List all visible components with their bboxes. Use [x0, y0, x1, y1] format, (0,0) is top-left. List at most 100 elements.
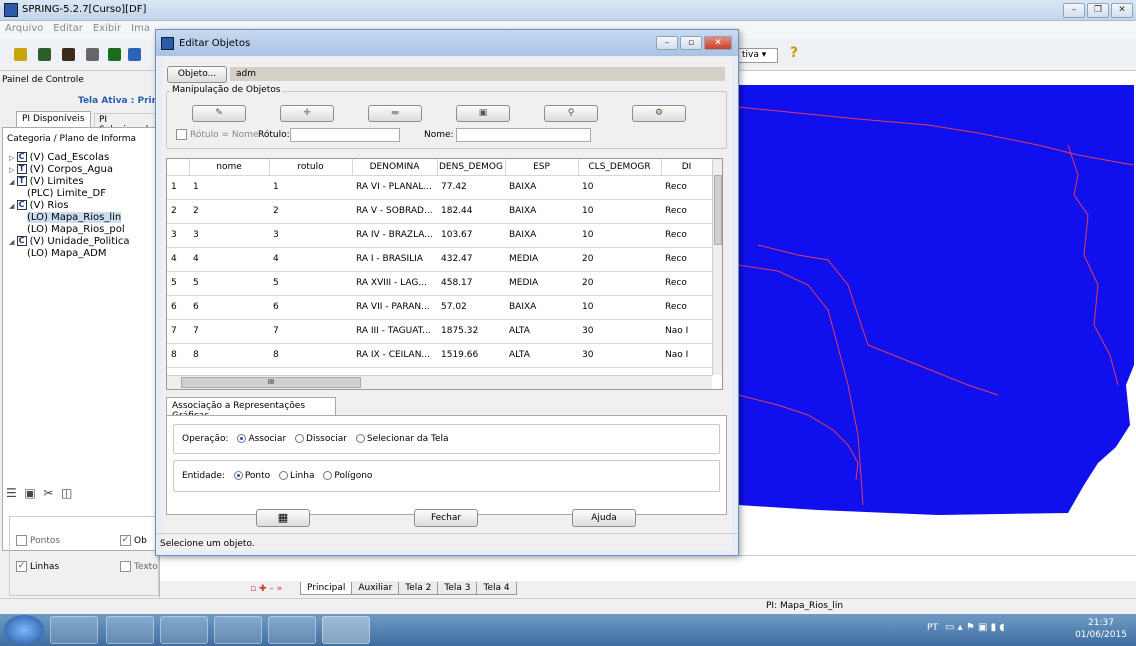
table-cell[interactable]: RA VI - PLANAL... — [352, 175, 437, 200]
table-cell[interactable]: 5 — [167, 271, 189, 296]
tree-item[interactable]: ◢ C (V) Rios — [9, 200, 157, 211]
table-cell[interactable]: 30 — [578, 319, 661, 344]
dialog-minimize-button[interactable]: – — [656, 36, 678, 50]
radio-ponto[interactable] — [233, 471, 243, 480]
table-cell[interactable]: 3 — [269, 223, 352, 248]
table-cell[interactable]: MEDIA — [505, 271, 578, 296]
menu-editar[interactable]: Editar — [48, 21, 88, 36]
table-row[interactable]: 3 3 3 RA IV - BRAZLA... 103.67 BAIXA 10 Reco — [167, 223, 712, 248]
tree-item[interactable]: ▷ C (V) Cad_Escolas — [9, 152, 157, 163]
table-row[interactable]: 6 6 6 RA VII - PARAN... 57.02 BAIXA 10 Reco — [167, 295, 712, 320]
check-pontos[interactable]: Pontos — [16, 535, 60, 546]
table-row[interactable]: 8 8 8 RA IX - CEILAN... 1519.66 ALTA 30 Nao I — [167, 343, 712, 368]
table-cell[interactable]: 6 — [269, 295, 352, 320]
table-vscroll[interactable] — [712, 159, 722, 375]
table-cell[interactable]: 10 — [578, 295, 661, 320]
nome-input[interactable] — [456, 128, 591, 142]
screen-dropdown[interactable]: tiva ▾ — [738, 48, 778, 63]
table-cell[interactable]: 4 — [269, 247, 352, 272]
table-cell[interactable]: BAIXA — [505, 199, 578, 224]
tab-association[interactable]: Associação a Representações Gráficas — [166, 397, 336, 421]
table-cell[interactable]: 1 — [189, 175, 269, 200]
check-ob[interactable]: ✓ Ob — [120, 535, 147, 546]
table-cell[interactable]: 432.47 — [437, 247, 505, 272]
table-cell[interactable]: Reco — [661, 247, 712, 272]
table-cell[interactable]: 5 — [269, 271, 352, 296]
tray-icons[interactable]: ▭ ▴ ⚑ ▣ ▮ ◖ — [945, 622, 1005, 633]
minimize-button[interactable]: – — [1063, 3, 1085, 18]
table-cell[interactable]: 1 — [269, 175, 352, 200]
column-header[interactable]: DI — [661, 159, 713, 176]
table-cell[interactable]: BAIXA — [505, 175, 578, 200]
table-cell[interactable]: 1 — [167, 175, 189, 200]
object-button[interactable]: Objeto... — [167, 66, 227, 83]
menu-arquivo[interactable]: Arquivo — [0, 21, 48, 36]
expand-arrow-icon[interactable]: ◢ — [9, 178, 17, 186]
radio-selecionar[interactable] — [355, 434, 365, 443]
table-cell[interactable]: 5 — [189, 271, 269, 296]
table-cell[interactable]: RA I - BRASILIA — [352, 247, 437, 272]
table-cell[interactable]: BAIXA — [505, 295, 578, 320]
tab-nav-icons[interactable]: ▫ ✚ – » — [250, 584, 282, 594]
project-icon[interactable] — [38, 48, 51, 61]
radio-linha[interactable] — [279, 471, 289, 480]
checkbox-pontos[interactable] — [16, 535, 27, 546]
database-icon[interactable] — [62, 48, 75, 61]
clock[interactable]: 21:37 01/06/2015 — [1072, 617, 1130, 641]
spring-task-icon[interactable] — [322, 616, 370, 644]
lang-indicator[interactable]: PT — [927, 623, 938, 633]
table-cell[interactable]: RA VII - PARAN... — [352, 295, 437, 320]
checkbox-linhas[interactable]: ✓ — [16, 561, 27, 572]
rotulo-input[interactable] — [290, 128, 400, 142]
column-header[interactable]: CLS_DEMOGR — [578, 159, 662, 176]
tree-item[interactable]: (LO) Mapa_Rios_pol — [9, 224, 157, 235]
table-cell[interactable]: RA XVIII - LAG... — [352, 271, 437, 296]
table-cell[interactable]: RA III - TAGUAT... — [352, 319, 437, 344]
table-cell[interactable]: BAIXA — [505, 223, 578, 248]
chrome-icon[interactable] — [214, 616, 262, 644]
table-cell[interactable]: 10 — [578, 175, 661, 200]
table-cell[interactable]: 4 — [167, 247, 189, 272]
remove-button[interactable]: ▬ — [368, 105, 422, 122]
table-cell[interactable]: Reco — [661, 175, 712, 200]
rotulo-nome-check[interactable]: Rótulo = Nome — [176, 129, 258, 140]
table-cell[interactable]: 8 — [167, 343, 189, 368]
maximize-button[interactable]: ❐ — [1087, 3, 1109, 18]
column-header[interactable]: DENS_DEMOG — [437, 159, 506, 176]
tree-item[interactable]: ▷ T (V) Corpos_Agua — [9, 164, 157, 175]
add-button[interactable]: ✚ — [280, 105, 334, 122]
table-cell[interactable]: RA IV - BRAZLA... — [352, 223, 437, 248]
expand-arrow-icon[interactable]: ▷ — [9, 166, 17, 174]
help-icon[interactable]: ? — [790, 45, 798, 61]
start-button[interactable] — [4, 615, 44, 645]
table-cell[interactable]: 103.67 — [437, 223, 505, 248]
table-row[interactable]: 2 2 2 RA V - SOBRAD... 182.44 BAIXA 10 Reco — [167, 199, 712, 224]
save-icon-button[interactable]: ▣ — [456, 105, 510, 122]
column-header[interactable]: rotulo — [269, 159, 353, 176]
expand-arrow-icon[interactable]: ◢ — [9, 238, 17, 246]
table-row[interactable]: 5 5 5 RA XVIII - LAG... 458.17 MEDIA 20 Reco — [167, 271, 712, 296]
table-cell[interactable]: 20 — [578, 247, 661, 272]
table-cell[interactable]: 7 — [189, 319, 269, 344]
table-view-button[interactable]: ▦ — [256, 509, 310, 527]
grid-icon[interactable] — [86, 48, 99, 61]
table-cell[interactable]: 20 — [578, 271, 661, 296]
table-cell[interactable]: 8 — [269, 343, 352, 368]
table-cell[interactable]: Reco — [661, 271, 712, 296]
table-cell[interactable]: 8 — [189, 343, 269, 368]
table-cell[interactable]: Nao I — [661, 343, 712, 368]
find-button[interactable]: ⚲ — [544, 105, 598, 122]
map-polygons[interactable] — [738, 85, 1134, 525]
tree-item[interactable]: ◢ C (V) Unidade_Politica — [9, 236, 157, 247]
table-cell[interactable]: 77.42 — [437, 175, 505, 200]
table-hscroll-thumb[interactable]: III — [181, 377, 361, 388]
table-cell[interactable]: Reco — [661, 295, 712, 320]
screen-tab[interactable]: Tela 2 — [398, 582, 439, 595]
explorer-icon[interactable] — [106, 616, 154, 644]
tab-pi-selecionados[interactable]: PI Selecionad — [94, 113, 159, 135]
map-region-fill[interactable] — [738, 85, 1134, 515]
tab-pi-disponiveis[interactable]: PI Disponíveis — [16, 111, 91, 127]
checkbox-ob[interactable]: ✓ — [120, 535, 131, 546]
ajuda-button[interactable]: Ajuda — [572, 509, 636, 527]
table-cell[interactable]: 3 — [189, 223, 269, 248]
